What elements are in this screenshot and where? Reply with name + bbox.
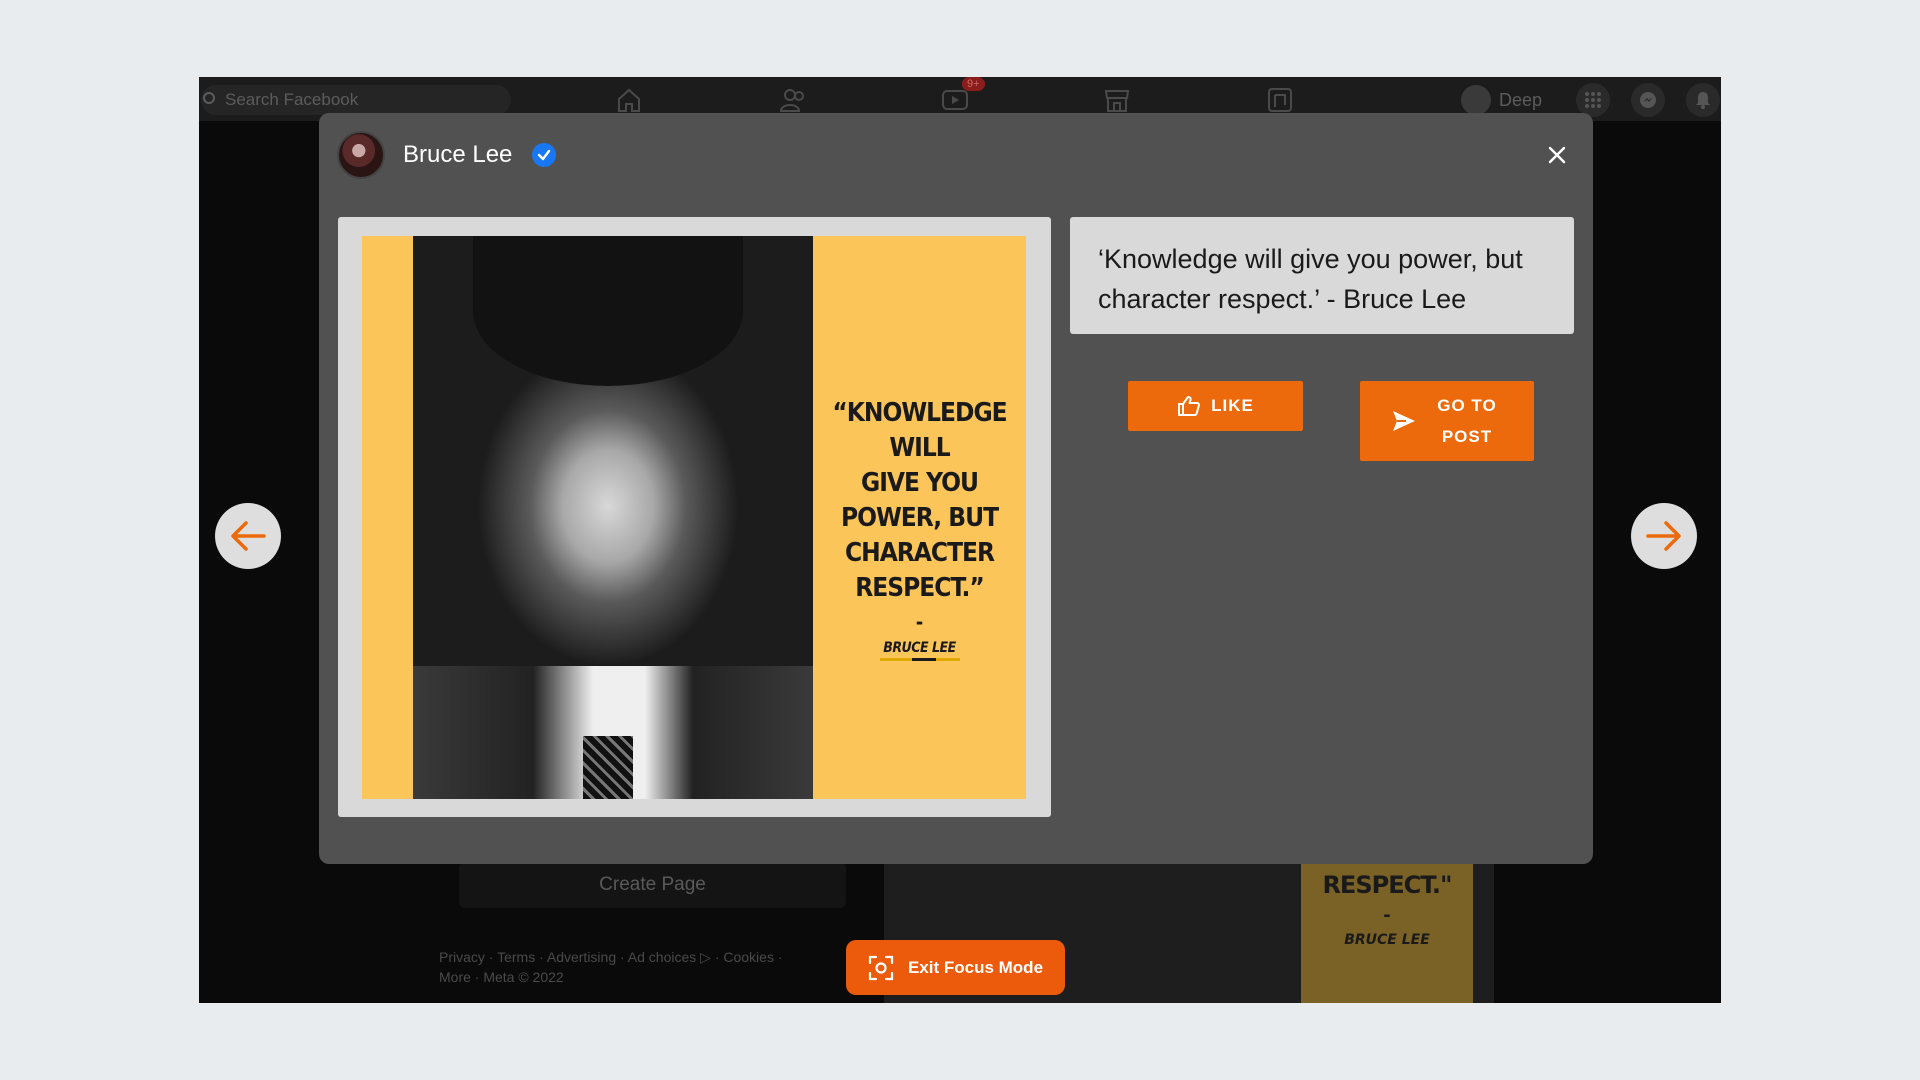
poster-text: “KNOWLEDGE WILL GIVE YOU POWER, BUT CHAR…	[813, 396, 1026, 661]
notification-badge: 9+	[962, 77, 985, 91]
background-poster: RESPECT." - BRUCE LEE	[1301, 863, 1473, 1003]
marketplace-icon	[1103, 87, 1131, 113]
background-footer: Privacy · Terms · Advertising · Ad choic…	[439, 947, 859, 987]
friends-icon	[779, 87, 807, 113]
arrow-right-icon	[1646, 521, 1681, 551]
poster-signature: BRUCE LEE	[883, 640, 956, 656]
modal-header: Bruce Lee	[337, 131, 557, 179]
background-poster-dash: -	[1383, 905, 1391, 926]
next-post-button[interactable]	[1631, 503, 1697, 569]
background-search-input: Search Facebook	[201, 85, 511, 115]
exit-focus-mode-label: Exit Focus Mode	[907, 957, 1044, 977]
gaming-icon	[1266, 87, 1294, 113]
home-icon	[615, 87, 643, 113]
search-icon	[203, 92, 215, 104]
post-focus-modal: Bruce Lee “KNOWLEDGE WILL GIVE YOU POWER…	[319, 113, 1593, 864]
avatar[interactable]	[337, 131, 385, 179]
go-to-post-label: GO TO POST	[1437, 396, 1497, 446]
like-label: LIKE	[1211, 396, 1254, 415]
footer-line-2: More · Meta © 2022	[439, 969, 564, 985]
menu-grid-icon	[1576, 83, 1610, 117]
portrait-hair	[473, 236, 743, 386]
background-poster-quote: RESPECT."	[1322, 871, 1452, 899]
like-button[interactable]: LIKE	[1128, 381, 1303, 431]
close-button[interactable]	[1542, 140, 1572, 170]
focus-icon	[868, 955, 894, 980]
portrait-photo	[413, 236, 813, 799]
portrait-tie	[583, 736, 633, 799]
thumbs-up-icon	[1178, 396, 1201, 416]
video-icon	[941, 87, 969, 113]
background-poster-name: BRUCE LEE	[1344, 932, 1430, 948]
background-profile-chip: Deep	[1461, 85, 1542, 115]
footer-line-1: Privacy · Terms · Advertising · Ad choic…	[439, 949, 783, 965]
go-to-post-button[interactable]: GO TO POST	[1360, 381, 1534, 461]
exit-focus-mode-button[interactable]: Exit Focus Mode	[846, 940, 1065, 995]
profile-name: Deep	[1499, 89, 1543, 110]
send-icon	[1393, 411, 1415, 431]
verified-badge-icon	[532, 143, 557, 167]
post-image-frame: “KNOWLEDGE WILL GIVE YOU POWER, BUT CHAR…	[338, 217, 1051, 817]
bell-icon	[1686, 83, 1720, 117]
poster-quote: “KNOWLEDGE WILL GIVE YOU POWER, BUT CHAR…	[832, 398, 1007, 603]
messenger-icon	[1631, 83, 1665, 117]
post-caption: ‘Knowledge will give you power, but char…	[1070, 217, 1574, 334]
search-placeholder: Search Facebook	[225, 90, 359, 109]
arrow-left-icon	[231, 521, 266, 551]
author-name[interactable]: Bruce Lee	[403, 141, 512, 169]
background-create-page-button: Create Page	[459, 862, 846, 908]
poster-underline	[879, 658, 960, 661]
avatar	[1461, 85, 1491, 115]
close-icon	[1548, 146, 1566, 164]
previous-post-button[interactable]	[215, 503, 281, 569]
poster-dash: -	[915, 610, 924, 634]
post-image: “KNOWLEDGE WILL GIVE YOU POWER, BUT CHAR…	[362, 236, 1026, 799]
